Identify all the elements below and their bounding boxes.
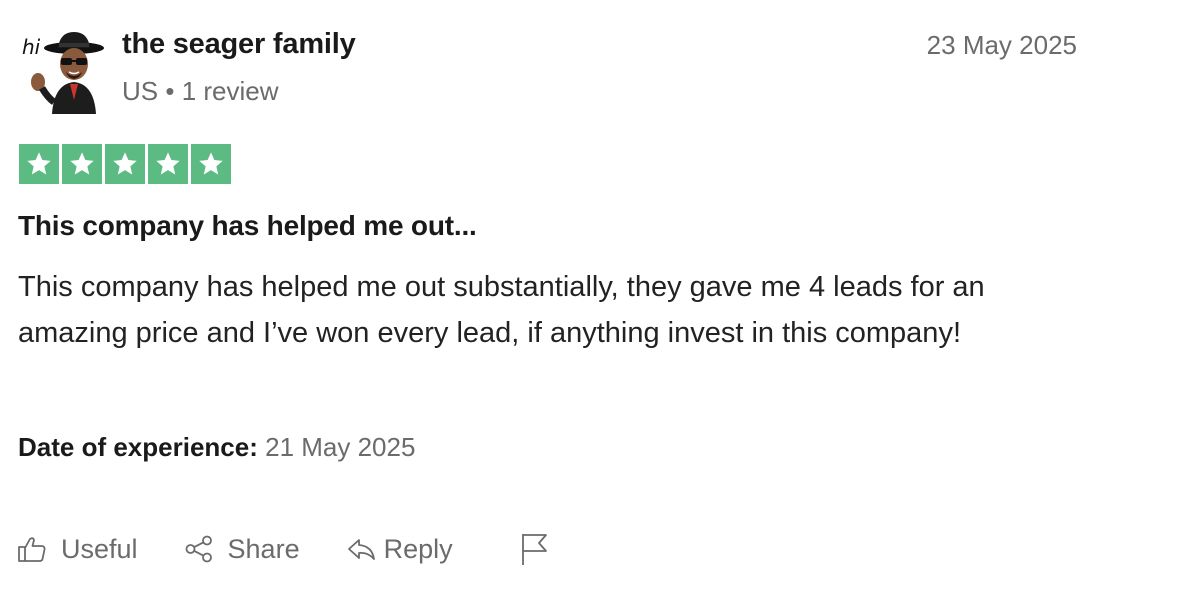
experience-date: 21 May 2025 [265, 432, 416, 462]
thumbs-up-icon [17, 534, 47, 564]
star-2 [62, 144, 102, 184]
share-label: Share [227, 533, 300, 564]
star-icon [199, 152, 223, 175]
share-icon [184, 534, 214, 564]
star-icon [27, 152, 51, 175]
review-date: 23 May 2025 [926, 30, 1077, 60]
reply-label: Reply [383, 533, 453, 564]
star-icon [70, 152, 94, 175]
avatar[interactable]: hi [22, 28, 108, 114]
experience-label: Date of experience: [18, 432, 258, 462]
author-meta: US • 1 review [122, 76, 279, 107]
review-actions: Useful Share Reply [17, 528, 595, 570]
meta-separator: • [165, 76, 175, 106]
star-icon [156, 152, 180, 175]
star-3 [105, 144, 145, 184]
reply-icon [346, 534, 376, 564]
star-4 [148, 144, 188, 184]
date-of-experience: Date of experience: 21 May 2025 [18, 432, 415, 463]
star-icon [113, 152, 137, 175]
review-body: This company has helped me out substanti… [18, 271, 985, 349]
star-1 [19, 144, 59, 184]
author-name[interactable]: the seager family [122, 28, 356, 61]
useful-button[interactable]: Useful [17, 534, 138, 565]
report-button[interactable] [519, 532, 549, 566]
author-review-count[interactable]: 1 review [182, 76, 279, 106]
avatar-image: hi [22, 32, 104, 114]
star-5 [191, 144, 231, 184]
author-country: US [122, 76, 159, 106]
avatar-caption: hi [22, 35, 41, 59]
flag-icon [519, 532, 549, 566]
share-button[interactable]: Share [184, 534, 300, 565]
review-title[interactable]: This company has helped me out... [18, 210, 477, 242]
star-rating [19, 144, 231, 184]
reply-button[interactable]: Reply [346, 534, 453, 565]
useful-label: Useful [61, 533, 138, 564]
review-card: hi the seager family US • 1 review 23 Ma… [0, 0, 1184, 602]
